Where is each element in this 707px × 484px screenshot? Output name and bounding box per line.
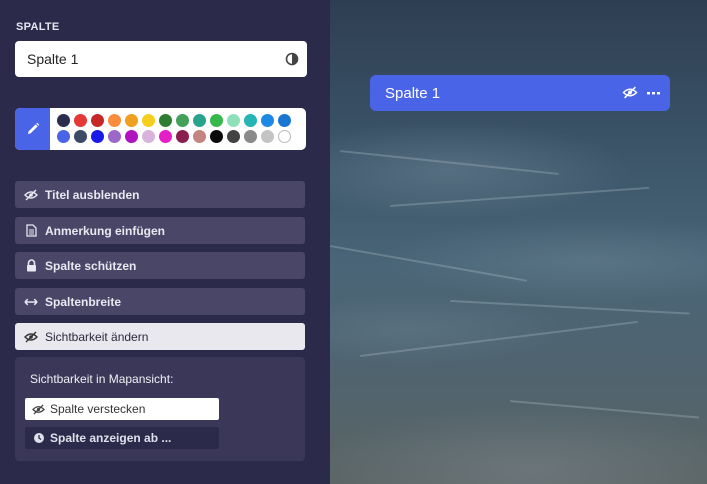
eye-slash-icon xyxy=(24,188,38,202)
color-swatch[interactable] xyxy=(57,130,70,143)
protect-column-button[interactable]: Spalte schützen xyxy=(15,252,305,279)
contrast-icon[interactable] xyxy=(285,52,299,66)
color-swatch[interactable] xyxy=(193,130,206,143)
swatch-row-2 xyxy=(57,130,302,143)
color-picker xyxy=(15,108,306,150)
clock-icon xyxy=(32,432,45,445)
color-swatch[interactable] xyxy=(125,130,138,143)
add-annotation-button[interactable]: Anmerkung einfügen xyxy=(15,217,305,244)
cloud-streak xyxy=(330,245,528,282)
color-swatch[interactable] xyxy=(244,130,257,143)
document-icon xyxy=(24,224,38,238)
visibility-panel: Sichtbarkeit in Mapansicht: Spalte verst… xyxy=(15,357,305,461)
menu-item-label: Titel ausblenden xyxy=(45,187,140,202)
cloud-streak xyxy=(389,186,650,207)
visibility-title: Sichtbarkeit in Mapansicht: xyxy=(30,372,174,386)
color-swatch[interactable] xyxy=(210,130,223,143)
color-swatch[interactable] xyxy=(278,114,291,127)
color-swatch[interactable] xyxy=(91,114,104,127)
color-swatches xyxy=(57,114,302,146)
eye-slash-icon xyxy=(32,403,45,416)
color-swatch[interactable] xyxy=(210,114,223,127)
color-swatch[interactable] xyxy=(142,130,155,143)
color-swatch[interactable] xyxy=(159,114,172,127)
color-swatch[interactable] xyxy=(74,114,87,127)
column-name-field[interactable] xyxy=(15,41,307,77)
change-visibility-button[interactable]: Sichtbarkeit ändern xyxy=(15,323,305,350)
option-label: Spalte anzeigen ab ... xyxy=(50,431,172,445)
color-swatch[interactable] xyxy=(193,114,206,127)
color-swatch[interactable] xyxy=(91,130,104,143)
color-swatch[interactable] xyxy=(244,114,257,127)
menu-item-label: Spaltenbreite xyxy=(45,294,122,309)
lock-icon xyxy=(24,259,38,273)
color-swatch[interactable] xyxy=(159,130,172,143)
hide-column-option[interactable]: Spalte verstecken xyxy=(25,398,219,420)
color-swatch[interactable] xyxy=(57,114,70,127)
color-swatch[interactable] xyxy=(176,114,189,127)
column-width-button[interactable]: Spaltenbreite xyxy=(15,288,305,315)
color-swatch[interactable] xyxy=(227,130,240,143)
cloud-streak xyxy=(449,300,690,315)
swatch-row-1 xyxy=(57,114,302,127)
more-icon[interactable] xyxy=(647,91,660,95)
eye-slash-icon[interactable] xyxy=(622,86,638,99)
color-swatch[interactable] xyxy=(74,130,87,143)
column-card[interactable]: Spalte 1 xyxy=(370,75,670,111)
column-name-input[interactable] xyxy=(27,51,267,67)
column-card-icons xyxy=(622,86,660,99)
color-swatch[interactable] xyxy=(176,130,189,143)
cloud-streak xyxy=(359,320,639,357)
width-arrows-icon xyxy=(24,295,38,309)
color-swatch[interactable] xyxy=(142,114,155,127)
color-swatch[interactable] xyxy=(278,130,291,143)
map-canvas[interactable] xyxy=(330,0,707,484)
menu-item-label: Sichtbarkeit ändern xyxy=(45,329,149,344)
show-column-from-option[interactable]: Spalte anzeigen ab ... xyxy=(25,427,219,449)
eye-slash-icon xyxy=(24,330,38,344)
sidebar: SPALTE Titel ausblenden Anmerkung einf xyxy=(0,0,330,484)
cloud-streak xyxy=(509,400,700,419)
color-swatch[interactable] xyxy=(108,114,121,127)
color-swatch[interactable] xyxy=(227,114,240,127)
color-swatch[interactable] xyxy=(108,130,121,143)
pencil-icon xyxy=(27,122,39,134)
option-label: Spalte verstecken xyxy=(50,402,146,416)
color-swatch[interactable] xyxy=(261,114,274,127)
hide-title-button[interactable]: Titel ausblenden xyxy=(15,181,305,208)
cloud-streak xyxy=(339,150,559,175)
color-swatch[interactable] xyxy=(261,130,274,143)
color-swatch[interactable] xyxy=(125,114,138,127)
column-title: Spalte 1 xyxy=(385,84,441,102)
edit-color-button[interactable] xyxy=(15,108,50,150)
section-label: SPALTE xyxy=(16,21,60,33)
menu-item-label: Spalte schützen xyxy=(45,258,137,273)
menu-item-label: Anmerkung einfügen xyxy=(45,223,166,238)
